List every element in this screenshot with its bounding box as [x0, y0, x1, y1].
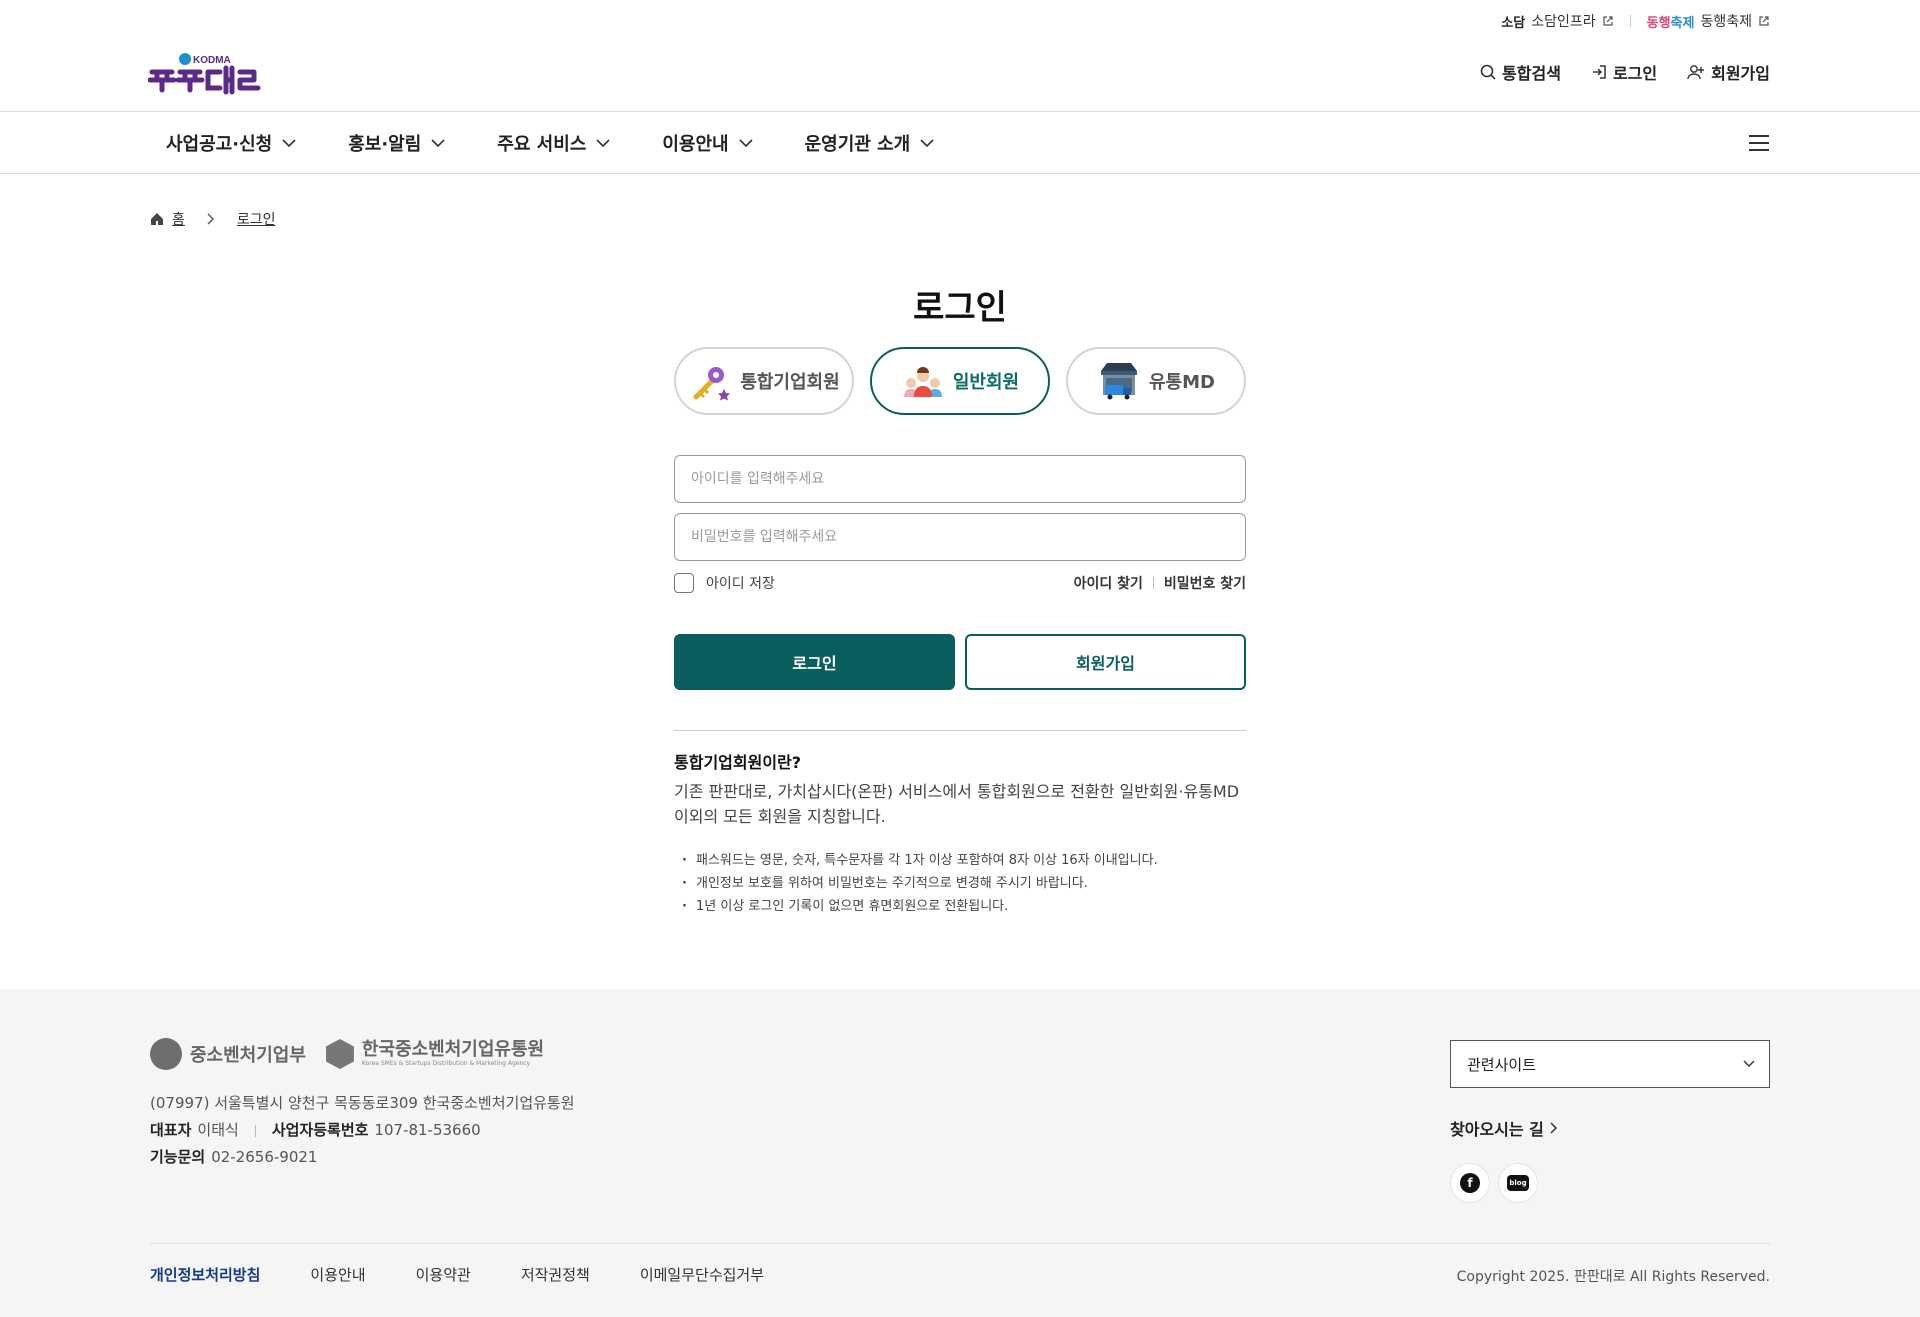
footer-company-info: (07997) 서울특별시 양천구 목동동로309 한국중소벤처기업유통원 대표…	[150, 1090, 575, 1171]
gnb-item-announcement[interactable]: 사업공고·신청	[166, 130, 296, 156]
people-icon	[903, 367, 942, 397]
blog-icon: blog	[1507, 1175, 1529, 1191]
external-link-icon	[1603, 16, 1613, 26]
footer-link-guide[interactable]: 이용안내	[310, 1264, 365, 1285]
footer-link-email-refusal[interactable]: 이메일무단수집거부	[640, 1264, 764, 1285]
related-sites-select[interactable]: 관련사이트	[1450, 1040, 1770, 1088]
password-notes: 패스워드는 영문, 숫자, 특수문자를 각 1자 이상 포함하여 8자 이상 1…	[674, 849, 1246, 918]
chevron-down-icon	[1743, 1060, 1755, 1067]
member-links: 통합검색 로그인 회원가입	[1480, 60, 1770, 84]
government-emblem-icon	[150, 1038, 182, 1070]
facebook-icon: f	[1460, 1173, 1480, 1193]
kodma-logo: 한국중소벤처기업유통원 Korea SMEs & Startups Distrib…	[325, 1039, 544, 1069]
gnb-item-about[interactable]: 운영기관 소개	[805, 130, 935, 156]
util-link-sodam[interactable]: 소담 소담인프라	[1501, 11, 1613, 31]
footer: 중소벤처기업부 한국중소벤처기업유통원 Korea SMEs & Startups…	[0, 989, 1920, 1317]
find-id-link[interactable]: 아이디 찾기	[1074, 573, 1143, 593]
util-link-label: 동행축제	[1700, 14, 1752, 30]
gnb-item-pr[interactable]: 홍보·알림	[348, 130, 445, 156]
login-icon	[1592, 65, 1606, 79]
util-link-label: 소담인프라	[1531, 14, 1596, 30]
breadcrumb-home[interactable]: 홈	[172, 209, 185, 229]
note-item: 패스워드는 영문, 숫자, 특수문자를 각 1자 이상 포함하여 8자 이상 1…	[674, 849, 1246, 872]
member-type-tabs: 통합기업회원 일반회원 유통MD	[674, 347, 1246, 415]
id-field-wrapper	[674, 455, 1246, 503]
external-link-icon	[1759, 16, 1769, 26]
footer-logos: 중소벤처기업부 한국중소벤처기업유통원 Korea SMEs & Startups…	[150, 1038, 544, 1070]
chevron-right-icon	[1550, 1122, 1557, 1134]
note-item: 1년 이상 로그인 기록이 없으면 휴면회원으로 전환됩니다.	[674, 895, 1246, 918]
tab-integrated-member[interactable]: 통합기업회원	[674, 347, 854, 415]
mss-logo: 중소벤처기업부	[150, 1038, 306, 1070]
info-title: 통합기업회원이란?	[674, 753, 802, 772]
copyright: Copyright 2025. 판판대로 All Rights Reserved…	[1456, 1269, 1770, 1285]
footer-ceo-biz: 대표자 이태식 사업자등록번호 107-81-53660	[150, 1121, 481, 1139]
main-nav: 사업공고·신청 홍보·알림 주요 서비스 이용안내 운영기관 소개	[0, 112, 1920, 174]
key-icon	[693, 367, 731, 401]
footer-link-privacy[interactable]: 개인정보처리방침	[150, 1264, 260, 1285]
util-link-donghaeng[interactable]: 동행축제 동행축제	[1647, 11, 1770, 31]
find-links: 아이디 찾기 비밀번호 찾기	[1074, 573, 1246, 593]
divider	[1152, 577, 1154, 589]
chevron-right-icon	[207, 213, 214, 225]
chevron-down-icon	[920, 138, 934, 147]
footer-divider	[150, 1243, 1770, 1244]
user-plus-icon	[1687, 65, 1705, 80]
home-icon	[151, 213, 163, 225]
save-id-checkbox[interactable]: 아이디 저장	[674, 573, 775, 593]
sodam-logo: 소담	[1501, 15, 1526, 31]
sns-links: f blog	[1450, 1163, 1538, 1203]
search-button[interactable]: 통합검색	[1480, 60, 1561, 84]
footer-link-terms[interactable]: 이용약관	[416, 1264, 471, 1285]
tab-distribution-md[interactable]: 유통MD	[1066, 347, 1246, 415]
tab-general-member[interactable]: 일반회원	[870, 347, 1050, 415]
breadcrumb: 홈 로그인	[150, 209, 276, 229]
store-truck-icon	[1101, 363, 1137, 400]
integrated-member-info: 통합기업회원이란? 기존 판판대로, 가치삽시다(온판) 서비스에서 통합회원으…	[674, 730, 1246, 918]
donghaeng-logo: 동행축제	[1646, 15, 1695, 31]
search-icon	[1480, 64, 1496, 80]
find-password-link[interactable]: 비밀번호 찾기	[1164, 573, 1246, 593]
checkbox-box[interactable]	[674, 573, 694, 593]
password-field-wrapper	[674, 513, 1246, 561]
join-link[interactable]: 회원가입	[1687, 60, 1770, 84]
divider	[1629, 15, 1631, 27]
kodma-emblem-icon	[325, 1039, 354, 1069]
breadcrumb-current[interactable]: 로그인	[237, 209, 276, 229]
util-links: 소담 소담인프라 동행축제 동행축제	[1501, 10, 1770, 32]
chevron-down-icon	[282, 138, 296, 147]
password-input[interactable]	[691, 529, 1229, 545]
chevron-down-icon	[739, 138, 753, 147]
footer-links: 개인정보처리방침 이용안내 이용약관 저작권정책 이메일무단수집거부	[150, 1264, 764, 1285]
gnb-item-guide[interactable]: 이용안내	[662, 130, 753, 156]
join-button[interactable]: 회원가입	[965, 634, 1246, 690]
chevron-down-icon	[431, 138, 445, 147]
facebook-link[interactable]: f	[1450, 1163, 1490, 1203]
login-options: 아이디 저장 아이디 찾기 비밀번호 찾기	[674, 572, 1246, 594]
site-logo[interactable]: KODMA	[147, 50, 266, 96]
chevron-down-icon	[596, 138, 610, 147]
footer-link-copyright[interactable]: 저작권정책	[521, 1264, 590, 1285]
gnb-item-services[interactable]: 주요 서비스	[497, 130, 610, 156]
footer-address: (07997) 서울특별시 양천구 목동동로309 한국중소벤처기업유통원	[150, 1094, 575, 1112]
directions-link[interactable]: 찾아오시는 길	[1450, 1116, 1558, 1140]
info-description: 기존 판판대로, 가치삽시다(온판) 서비스에서 통합회원으로 전환한 일반회원…	[674, 782, 1240, 826]
login-link[interactable]: 로그인	[1591, 60, 1657, 84]
hamburger-menu-icon[interactable]	[1748, 134, 1770, 152]
header: KODMA 소담 소담인프라 동행축제 동행축제 통합검색 로그인 회원가입	[0, 0, 1920, 112]
svg-text:KODMA: KODMA	[193, 55, 231, 66]
id-input[interactable]	[691, 471, 1229, 487]
login-button[interactable]: 로그인	[674, 634, 955, 690]
note-item: 개인정보 보호를 위하여 비밀번호는 주기적으로 변경해 주시기 바랍니다.	[674, 872, 1246, 895]
blog-link[interactable]: blog	[1498, 1163, 1538, 1203]
footer-tech-contact: 기능문의 02-2656-9021	[150, 1148, 318, 1166]
page-title: 로그인	[913, 288, 1007, 328]
gnb-list: 사업공고·신청 홍보·알림 주요 서비스 이용안내 운영기관 소개	[166, 112, 986, 174]
